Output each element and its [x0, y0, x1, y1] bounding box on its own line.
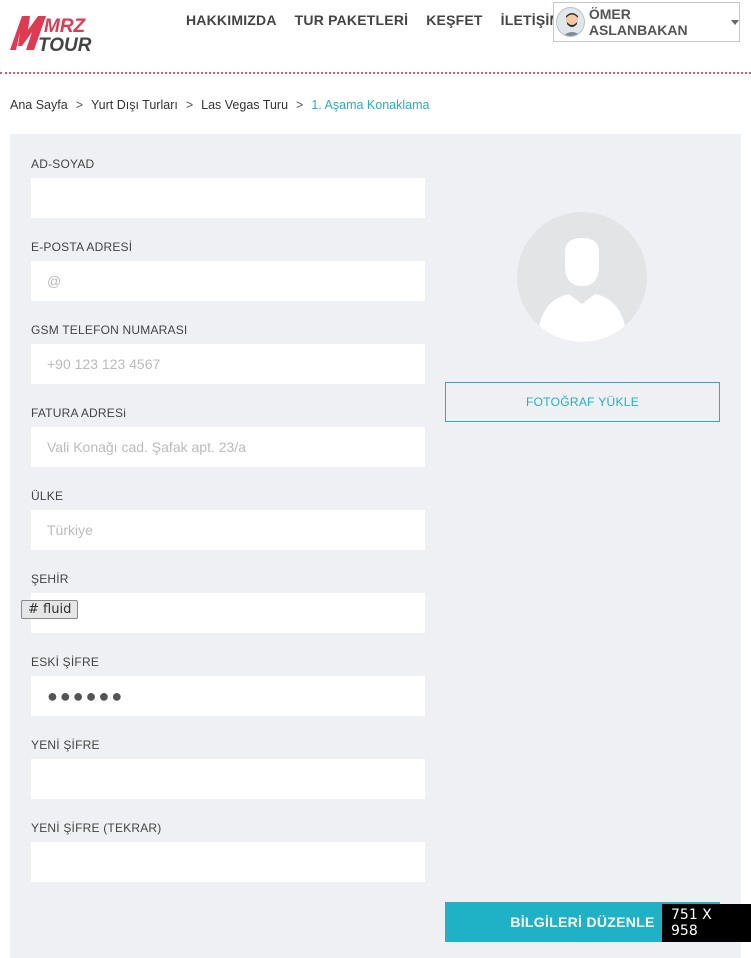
name-label: AD-SOYAD: [31, 157, 95, 171]
name-input[interactable]: [31, 178, 425, 218]
old-password-label: ESKİ ŞİFRE: [31, 655, 100, 669]
breadcrumb-abroad-tours[interactable]: Yurt Dışı Turları: [91, 98, 178, 112]
main-nav: HAKKIMIZDA TUR PAKETLERİ KEŞFET İLETİŞİM: [186, 12, 561, 28]
dimensions-overlay: 751 X 958: [662, 904, 751, 942]
user-avatar-icon: [556, 7, 585, 37]
nav-tour-packages[interactable]: TUR PAKETLERİ: [295, 12, 409, 28]
country-input[interactable]: [31, 510, 425, 550]
breadcrumb-home[interactable]: Ana Sayfa: [10, 98, 68, 112]
email-input[interactable]: [31, 261, 425, 301]
new-password-input[interactable]: [31, 759, 425, 799]
new-password-repeat-input[interactable]: [31, 842, 425, 882]
new-password-label: YENİ ŞİFRE: [31, 738, 100, 752]
breadcrumb-separator: >: [185, 98, 194, 112]
profile-form-panel: AD-SOYAD E-POSTA ADRESİ GSM TELEFON NUMA…: [10, 134, 741, 958]
header-divider: [0, 72, 751, 74]
phone-label: GSM TELEFON NUMARASI: [31, 323, 188, 337]
country-label: ÜLKE: [31, 489, 64, 503]
upload-photo-button[interactable]: FOTOĞRAF YÜKLE: [445, 382, 720, 422]
address-label: FATURA ADRESi: [31, 406, 127, 420]
breadcrumb-separator: >: [296, 98, 304, 112]
breadcrumb-current: 1. Aşama Konaklama: [311, 98, 430, 112]
user-menu[interactable]: ÖMER ASLANBAKAN: [553, 2, 740, 42]
new-password-repeat-label: YENİ ŞİFRE (TEKRAR): [31, 821, 162, 835]
fluid-debug-tag: # fluid: [21, 600, 79, 619]
profile-photo-placeholder-icon: [517, 212, 647, 342]
logo-top-text: MRZ: [44, 16, 87, 37]
email-label: E-POSTA ADRESİ: [31, 240, 133, 254]
city-label: ŞEHİR: [31, 572, 69, 586]
nav-about[interactable]: HAKKIMIZDA: [186, 12, 277, 28]
chevron-down-icon: [731, 19, 739, 25]
breadcrumb-las-vegas[interactable]: Las Vegas Turu: [201, 98, 288, 112]
breadcrumb-separator: >: [75, 98, 83, 112]
site-header: MRZ TOUR HAKKIMIZDA TUR PAKETLERİ KEŞFET…: [0, 0, 751, 72]
breadcrumb: Ana Sayfa > Yurt Dışı Turları > Las Vega…: [10, 98, 429, 112]
phone-input[interactable]: [31, 344, 425, 384]
user-name: ÖMER ASLANBAKAN: [588, 6, 688, 38]
mrz-tour-logo[interactable]: MRZ TOUR: [8, 8, 118, 56]
address-input[interactable]: [31, 427, 425, 467]
city-input[interactable]: [31, 593, 425, 633]
old-password-input[interactable]: ●●●●●●: [31, 676, 425, 716]
logo-bottom-text: TOUR: [38, 35, 92, 56]
nav-discover[interactable]: KEŞFET: [426, 12, 482, 28]
